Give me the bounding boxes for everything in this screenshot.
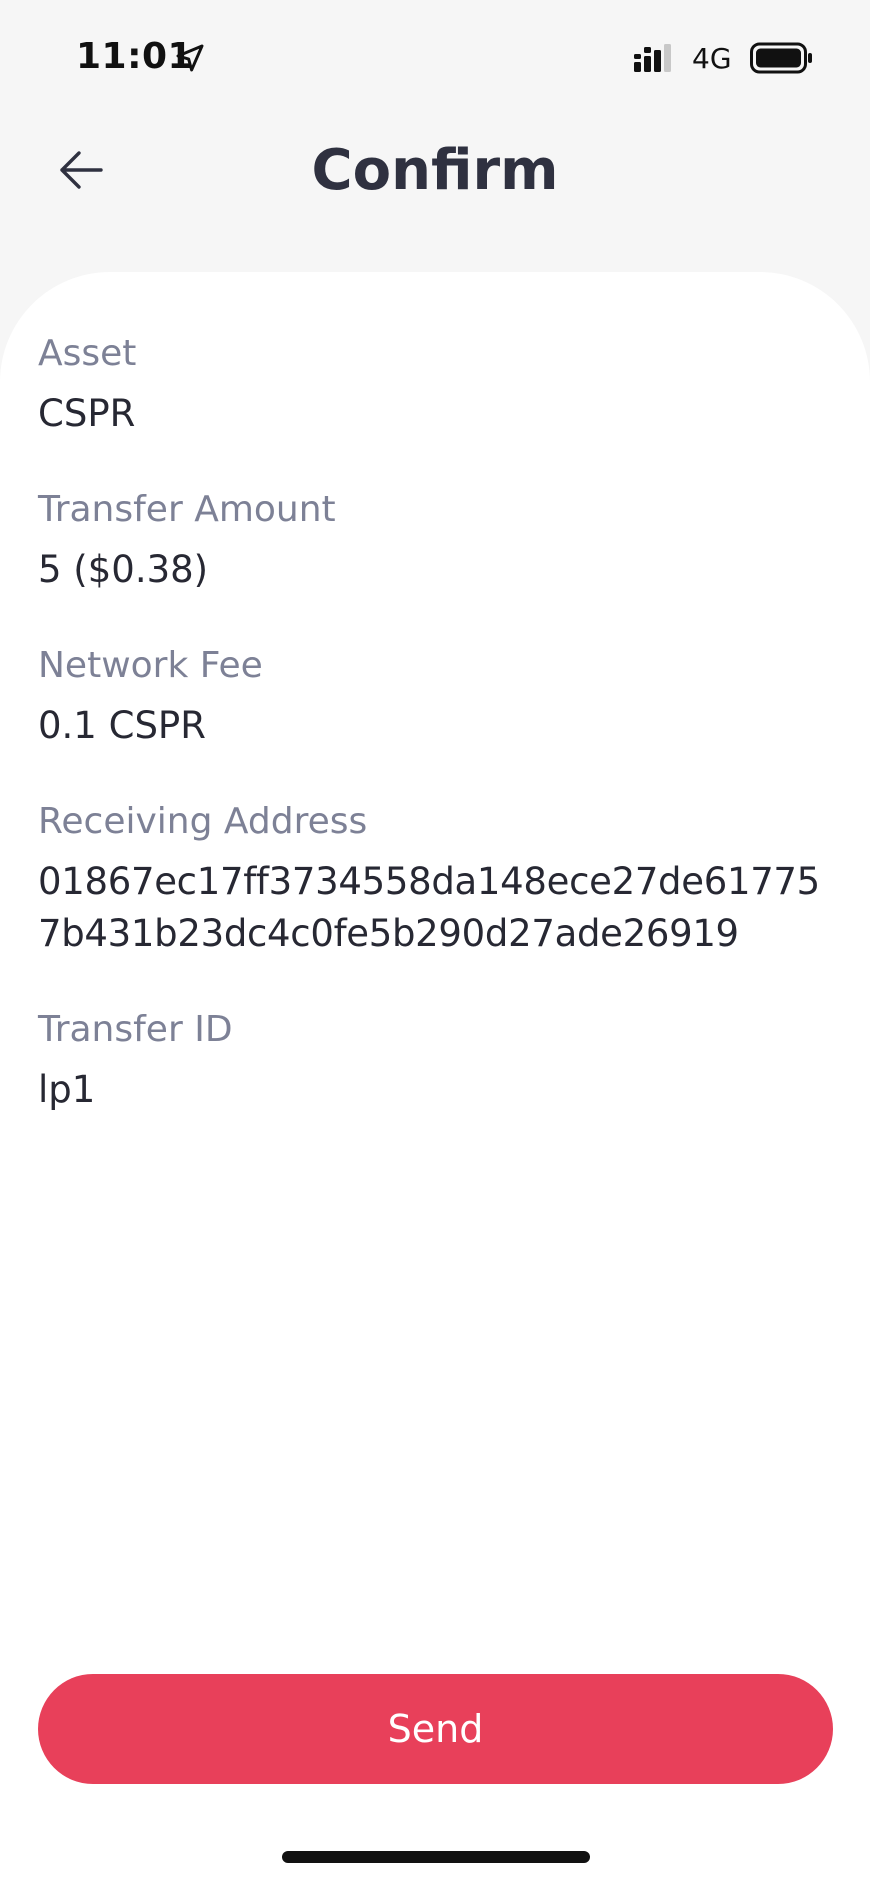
- receiving-address-field: Receiving Address 01867ec17ff3734558da14…: [38, 800, 838, 960]
- network-fee-value: 0.1 CSPR: [38, 704, 206, 747]
- asset-value: CSPR: [38, 392, 136, 435]
- battery-icon: [750, 42, 812, 74]
- signal-icon: [634, 44, 671, 72]
- transfer-id-label: Transfer ID: [38, 1009, 233, 1050]
- header: Confirm: [0, 120, 870, 220]
- send-button[interactable]: Send: [38, 1674, 833, 1784]
- transfer-id-field: Transfer ID lp1: [38, 1008, 838, 1116]
- home-indicator: [282, 1851, 590, 1863]
- network-type: 4G: [692, 42, 732, 75]
- status-bar: 11:01 4G: [0, 0, 870, 110]
- transfer-amount-value: 5 ($0.38): [38, 548, 209, 591]
- details-card: Asset CSPR Transfer Amount 5 ($0.38) Net…: [0, 272, 870, 1883]
- page-title: Confirm: [311, 138, 559, 203]
- asset-field: Asset CSPR: [38, 332, 838, 440]
- receiving-address-label: Receiving Address: [38, 801, 368, 842]
- network-fee-field: Network Fee 0.1 CSPR: [38, 644, 838, 752]
- location-arrow-icon: [176, 44, 204, 72]
- transfer-id-value: lp1: [38, 1068, 96, 1111]
- asset-label: Asset: [38, 333, 137, 374]
- transfer-amount-label: Transfer Amount: [38, 489, 336, 530]
- transfer-amount-field: Transfer Amount 5 ($0.38): [38, 488, 838, 596]
- network-fee-label: Network Fee: [38, 645, 263, 686]
- receiving-address-value: 01867ec17ff3734558da148ece27de617757b431…: [38, 860, 820, 955]
- confirm-screen: 11:01 4G Confirm Asset CSPR Transfer Amo…: [0, 0, 870, 1883]
